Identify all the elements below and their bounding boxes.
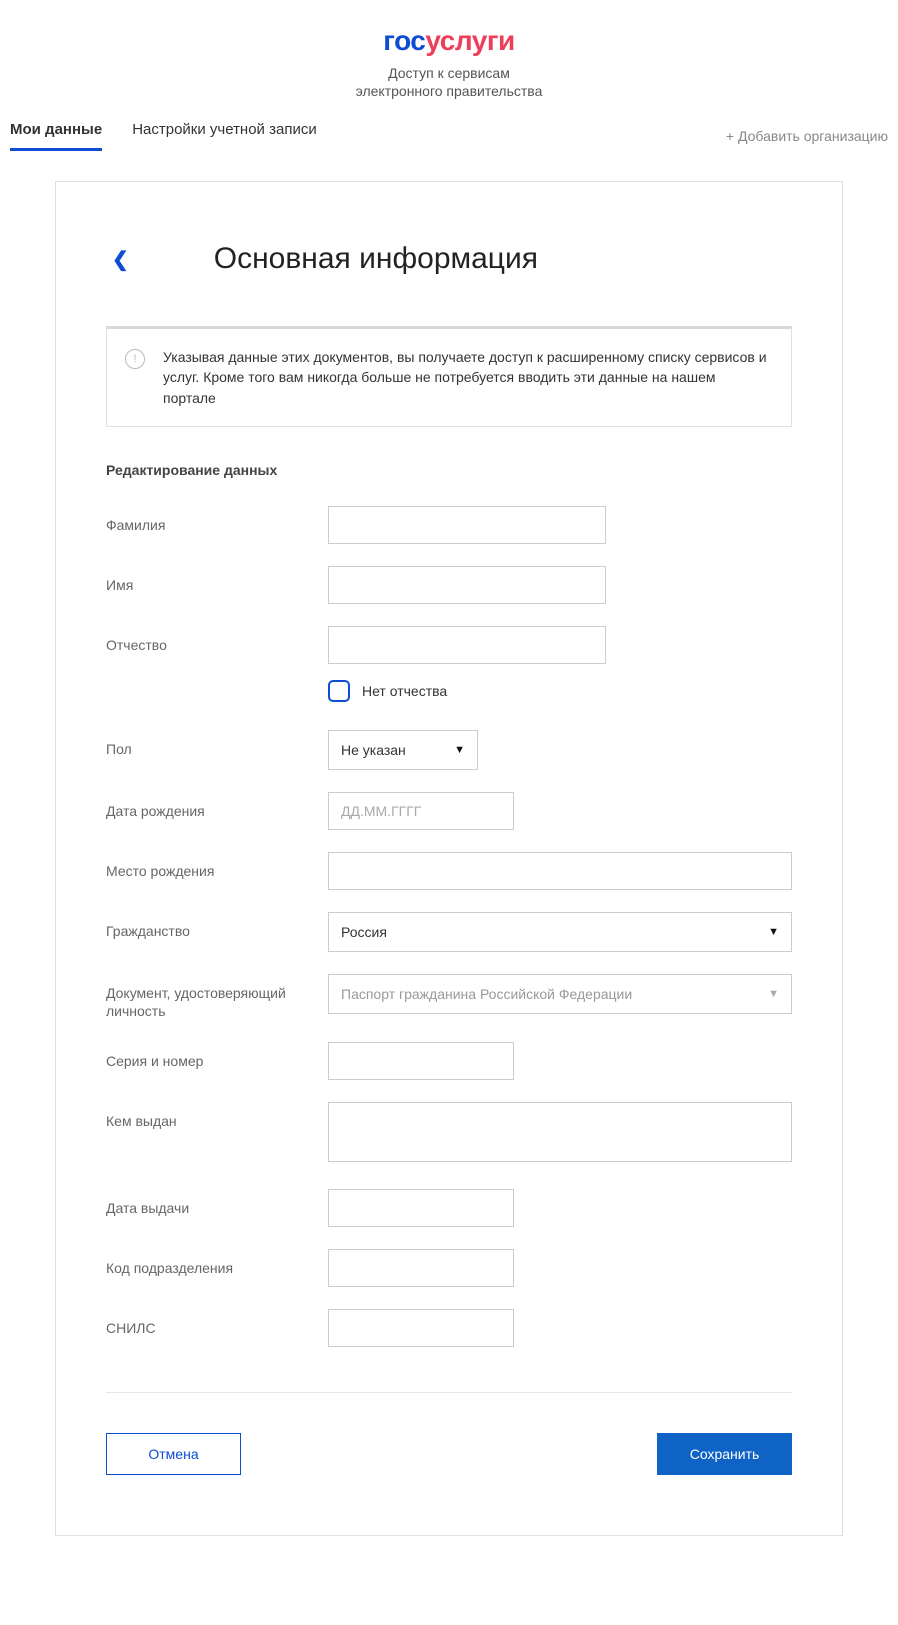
actions: Отмена Сохранить xyxy=(106,1433,792,1475)
header-sub1: Доступ к сервисам xyxy=(0,65,898,81)
no-patronymic-checkbox[interactable] xyxy=(328,680,350,702)
no-patronymic-label: Нет отчества xyxy=(362,683,447,699)
divider xyxy=(106,1392,792,1393)
birthplace-label: Место рождения xyxy=(106,852,328,880)
doc-label: Документ, удостоверяющий личность xyxy=(106,974,328,1020)
issue-date-input[interactable] xyxy=(328,1189,514,1227)
chevron-down-icon: ▼ xyxy=(768,926,779,938)
save-button[interactable]: Сохранить xyxy=(657,1433,792,1475)
citizenship-select[interactable]: Россия ▼ xyxy=(328,912,792,952)
section-title: Редактирование данных xyxy=(106,462,792,478)
row-no-patronymic: Нет отчества xyxy=(328,680,792,702)
row-dept-code: Код подразделения xyxy=(106,1249,792,1287)
gender-select[interactable]: Не указан ▼ xyxy=(328,730,478,770)
add-organization-link[interactable]: + Добавить организацию xyxy=(726,128,888,144)
snils-input[interactable] xyxy=(328,1309,514,1347)
page-title: Основная информация xyxy=(214,242,538,276)
row-series: Серия и номер xyxy=(106,1042,792,1080)
name-label: Имя xyxy=(106,566,328,594)
tabs-row: Мои данные Настройки учетной записи + До… xyxy=(0,111,898,151)
series-label: Серия и номер xyxy=(106,1042,328,1070)
dob-label: Дата рождения xyxy=(106,792,328,820)
citizenship-value: Россия xyxy=(341,924,387,940)
citizenship-label: Гражданство xyxy=(106,912,328,940)
back-arrow-icon[interactable]: ❮ xyxy=(106,247,129,272)
issued-by-input[interactable] xyxy=(328,1102,792,1162)
tab-settings[interactable]: Настройки учетной записи xyxy=(132,121,317,151)
row-doc: Документ, удостоверяющий личность Паспор… xyxy=(106,974,792,1020)
issued-by-label: Кем выдан xyxy=(106,1102,328,1130)
logo-part2: услуги xyxy=(425,25,514,56)
chevron-down-icon: ▼ xyxy=(768,988,779,1000)
row-snils: СНИЛС xyxy=(106,1309,792,1347)
dob-input[interactable] xyxy=(328,792,514,830)
doc-select: Паспорт гражданина Российской Федерации … xyxy=(328,974,792,1014)
tab-my-data[interactable]: Мои данные xyxy=(10,121,102,151)
row-issued-by: Кем выдан xyxy=(106,1102,792,1167)
surname-label: Фамилия xyxy=(106,506,328,534)
tabs: Мои данные Настройки учетной записи xyxy=(10,121,317,151)
row-dob: Дата рождения xyxy=(106,792,792,830)
row-birthplace: Место рождения xyxy=(106,852,792,890)
title-row: ❮ Основная информация xyxy=(106,242,792,276)
doc-value: Паспорт гражданина Российской Федерации xyxy=(341,986,632,1002)
gender-value: Не указан xyxy=(341,742,406,758)
logo: госуслуги xyxy=(0,25,898,57)
gender-label: Пол xyxy=(106,730,328,758)
logo-part1: гос xyxy=(383,25,425,56)
row-name: Имя xyxy=(106,566,792,604)
header: госуслуги Доступ к сервисам электронного… xyxy=(0,0,898,111)
dept-code-label: Код подразделения xyxy=(106,1249,328,1277)
dept-code-input[interactable] xyxy=(328,1249,514,1287)
snils-label: СНИЛС xyxy=(106,1309,328,1337)
row-surname: Фамилия xyxy=(106,506,792,544)
row-issue-date: Дата выдачи xyxy=(106,1189,792,1227)
header-sub2: электронного правительства xyxy=(0,83,898,99)
surname-input[interactable] xyxy=(328,506,606,544)
info-icon: ! xyxy=(125,349,145,369)
info-box: ! Указывая данные этих документов, вы по… xyxy=(106,326,792,427)
row-gender: Пол Не указан ▼ xyxy=(106,730,792,770)
patronymic-label: Отчество xyxy=(106,626,328,654)
patronymic-input[interactable] xyxy=(328,626,606,664)
main-card: ❮ Основная информация ! Указывая данные … xyxy=(55,181,843,1536)
birthplace-input[interactable] xyxy=(328,852,792,890)
row-citizenship: Гражданство Россия ▼ xyxy=(106,912,792,952)
cancel-button[interactable]: Отмена xyxy=(106,1433,241,1475)
info-text: Указывая данные этих документов, вы полу… xyxy=(163,347,771,408)
issue-date-label: Дата выдачи xyxy=(106,1189,328,1217)
chevron-down-icon: ▼ xyxy=(454,744,465,756)
series-input[interactable] xyxy=(328,1042,514,1080)
name-input[interactable] xyxy=(328,566,606,604)
row-patronymic: Отчество xyxy=(106,626,792,664)
